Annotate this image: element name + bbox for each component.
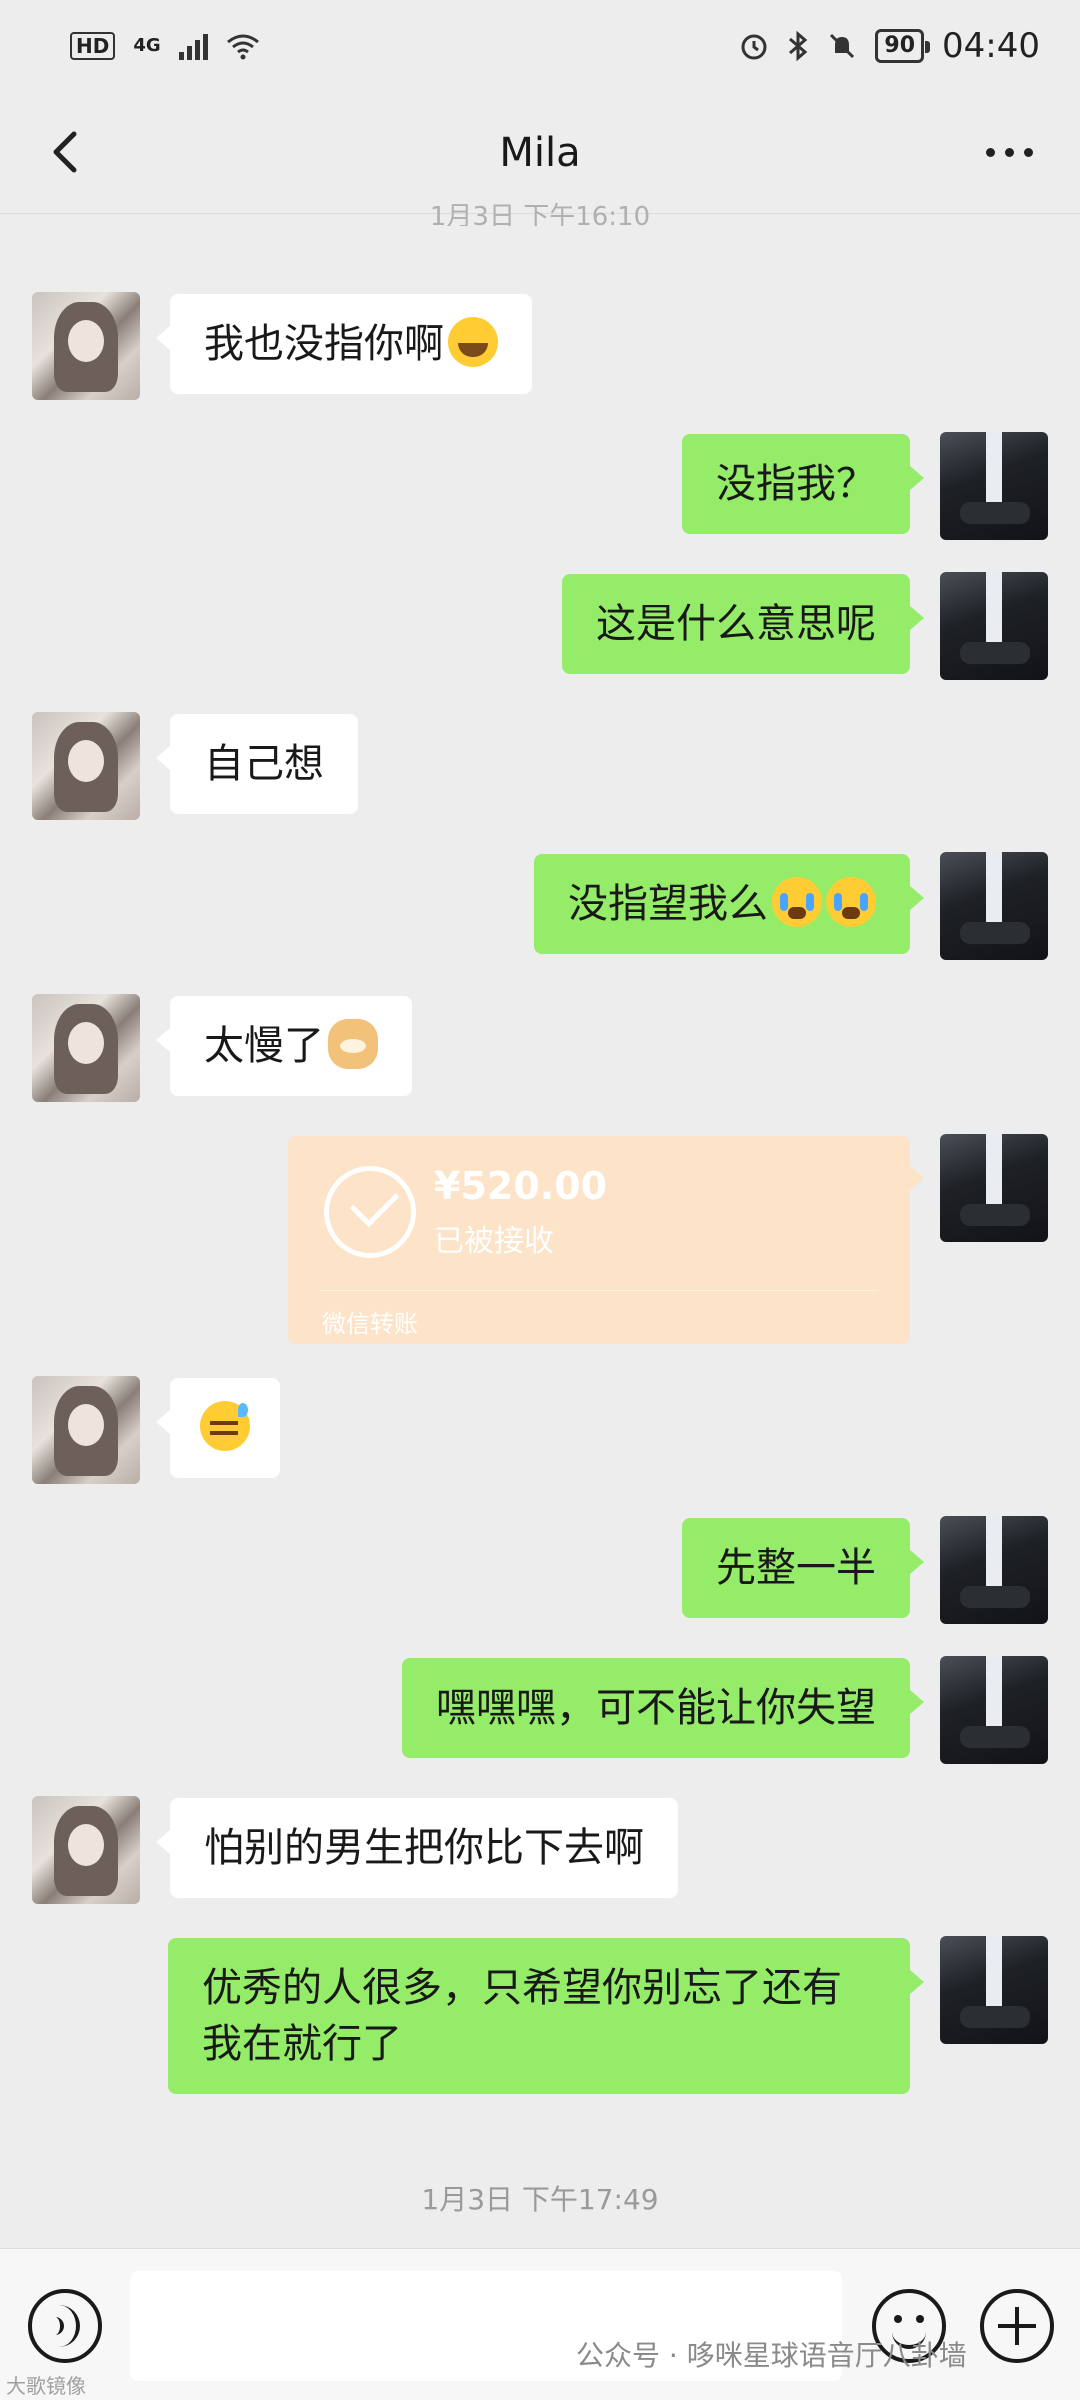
watermark-small: 大歌镜像 [6, 2374, 86, 2398]
chat-title: Mila [499, 129, 581, 176]
bluetooth-icon [789, 30, 808, 62]
message-text: 怕别的男生把你比下去啊 [204, 1825, 644, 1871]
crying-emoji-icon [826, 877, 876, 927]
wifi-icon [226, 34, 259, 60]
transfer-status: 已被接收 [434, 1224, 554, 1259]
hd-badge: HD [70, 32, 116, 60]
avatar-me[interactable] [940, 432, 1048, 540]
transfer-card[interactable]: ¥520.00 已被接收 微信转账 [288, 1136, 924, 1344]
check-circle-icon [324, 1166, 416, 1258]
message-bubble-received[interactable] [156, 1378, 280, 1478]
message-text: 自己想 [204, 741, 324, 787]
avatar-mila[interactable] [32, 292, 140, 400]
signal-icon [178, 32, 208, 60]
status-left: HD 4G [70, 32, 260, 60]
message-bubble-received[interactable]: 怕别的男生把你比下去啊 [156, 1798, 678, 1898]
message-bubble-sent[interactable]: 这是什么意思呢 [562, 574, 924, 674]
message-text: 我也没指你啊 [204, 321, 444, 367]
avatar-me[interactable] [940, 1516, 1048, 1624]
message-text: 优秀的人很多，只希望你别忘了还有我在就行了 [202, 1965, 842, 2067]
avatar-mila[interactable] [32, 994, 140, 1102]
avatar-me[interactable] [940, 1936, 1048, 2044]
alarm-icon [741, 34, 767, 60]
message-bubble-received[interactable]: 我也没指你啊 [156, 294, 532, 394]
status-bar: HD 4G 90 04:40 [0, 0, 1080, 92]
timestamp-top: 1月3日 下午16:10 [429, 202, 651, 226]
message-text: 这是什么意思呢 [596, 601, 876, 647]
message-text: 嘿嘿嘿，可不能让你失望 [436, 1685, 876, 1731]
sweat-emoji-icon [200, 1401, 250, 1451]
chevron-left-icon[interactable] [36, 122, 96, 182]
message-bubble-sent[interactable]: 没指望我么 [534, 854, 924, 954]
input-bar [0, 2248, 1080, 2400]
message-bubble-sent[interactable]: 先整一半 [682, 1518, 924, 1618]
message-bubble-received[interactable]: 太慢了 [156, 996, 412, 1096]
rolling-laugh-emoji-icon [448, 317, 498, 367]
battery-indicator: 90 [875, 29, 930, 63]
plus-icon[interactable] [980, 2289, 1054, 2363]
avatar-mila[interactable] [32, 1796, 140, 1904]
message-bubble-sent[interactable]: 优秀的人很多，只希望你别忘了还有我在就行了 [168, 1938, 924, 2094]
status-right: 90 04:40 [739, 26, 1040, 66]
doge-emoji-icon [328, 1019, 378, 1069]
divider [320, 1290, 878, 1291]
timestamp-bottom: 1月3日 下午17:49 [421, 2183, 659, 2216]
message-text: 太慢了 [204, 1023, 324, 1069]
clock: 04:40 [942, 26, 1040, 66]
mute-icon [830, 33, 855, 59]
transfer-amount: ¥520.00 [434, 1164, 608, 1208]
more-icon[interactable] [974, 122, 1044, 182]
avatar-me[interactable] [940, 1656, 1048, 1764]
avatar-mila[interactable] [32, 1376, 140, 1484]
message-bubble-sent[interactable]: 嘿嘿嘿，可不能让你失望 [402, 1658, 924, 1758]
watermark: 公众号 · 哆咪星球语音厅八卦墙 [576, 2339, 967, 2372]
avatar-me[interactable] [940, 852, 1048, 960]
message-bubble-sent[interactable]: 没指我？ [682, 434, 924, 534]
network-type: 4G [133, 35, 161, 56]
avatar-mila[interactable] [32, 712, 140, 820]
message-bubble-received[interactable]: 自己想 [156, 714, 358, 814]
message-text: 没指我？ [716, 461, 876, 507]
avatar-me[interactable] [940, 572, 1048, 680]
crying-emoji-icon [772, 877, 822, 927]
message-text: 先整一半 [716, 1545, 876, 1591]
avatar-me[interactable] [940, 1134, 1048, 1242]
message-text: 没指望我么 [568, 881, 768, 927]
voice-icon[interactable] [28, 2289, 102, 2363]
transfer-label: 微信转账 [322, 1310, 418, 1338]
